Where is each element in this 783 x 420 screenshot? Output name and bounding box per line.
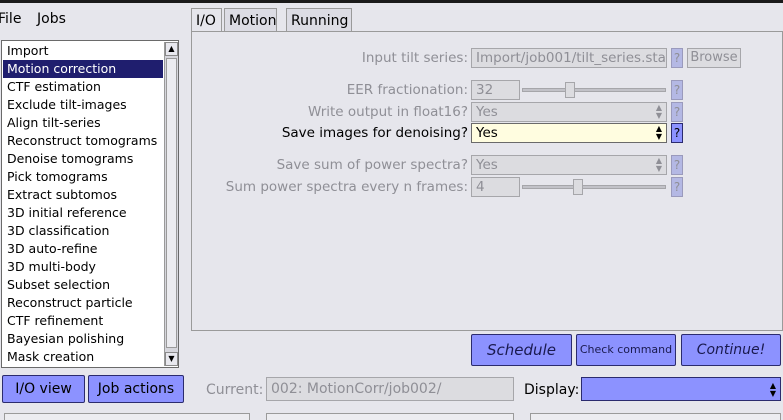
scroll-up-button[interactable]: ▲: [165, 42, 178, 56]
job-type-item[interactable]: 3D auto-refine: [3, 240, 163, 258]
job-type-item[interactable]: Reconstruct particle: [3, 294, 163, 312]
eer-fractionation-help-button[interactable]: ?: [671, 80, 683, 100]
input-tilt-series-field[interactable]: Import/job001/tilt_series.star: [471, 48, 667, 68]
job-type-item[interactable]: Motion correction: [3, 60, 163, 78]
eer-fractionation-field[interactable]: 32: [471, 80, 520, 100]
select-arrows-icon: ▲ ▼: [655, 103, 662, 120]
job-type-item[interactable]: 3D initial reference: [3, 204, 163, 222]
save-denoising-select[interactable]: Yes ▲ ▼: [471, 123, 667, 143]
current-job-field: 002: MotionCorr/job002/: [266, 377, 514, 401]
job-actions-button[interactable]: Job actions: [88, 375, 184, 403]
eer-fractionation-label: EER fractionation:: [346, 82, 468, 98]
parameter-panel: Input tilt series: Import/job001/tilt_se…: [191, 31, 783, 331]
job-type-item[interactable]: Subset selection: [3, 276, 163, 294]
sum-power-every-n-field[interactable]: 4: [471, 177, 520, 197]
sum-power-every-n-slider-knob[interactable]: [572, 179, 583, 195]
save-power-spectra-select[interactable]: Yes ▲ ▼: [471, 155, 667, 175]
job-type-item[interactable]: Denoise tomograms: [3, 150, 163, 168]
scroll-thumb[interactable]: [166, 58, 177, 348]
current-label: Current:: [206, 382, 264, 398]
sum-power-every-n-label: Sum power spectra every n frames:: [225, 179, 468, 195]
job-type-item[interactable]: Pick tomograms: [3, 168, 163, 186]
job-type-item[interactable]: Reconstruct tomograms: [3, 132, 163, 150]
sum-power-every-n-help-button[interactable]: ?: [671, 177, 683, 197]
io-view-button[interactable]: I/O view: [2, 375, 85, 403]
tab-running[interactable]: Running: [286, 8, 352, 32]
menu-bar: File Jobs: [0, 3, 183, 33]
display-label: Display:: [524, 382, 580, 398]
bottom-pane-middle: [266, 413, 514, 420]
job-type-item[interactable]: CTF estimation: [3, 78, 163, 96]
save-power-spectra-label: Save sum of power spectra?: [276, 157, 468, 173]
select-arrows-icon: ▲ ▼: [655, 124, 662, 141]
save-denoising-help-button[interactable]: ?: [671, 123, 683, 143]
eer-fractionation-slider[interactable]: [522, 88, 666, 92]
check-command-button[interactable]: Check command: [576, 334, 676, 366]
job-type-item[interactable]: Exclude tilt-images: [3, 96, 163, 114]
write-float16-value: Yes: [476, 104, 498, 120]
write-float16-help-button[interactable]: ?: [671, 102, 683, 122]
save-power-spectra-help-button[interactable]: ?: [671, 155, 683, 175]
job-type-item[interactable]: Bayesian polishing: [3, 330, 163, 348]
tab-motion[interactable]: Motion: [224, 8, 277, 32]
tab-io[interactable]: I/O: [191, 8, 222, 32]
continue-button[interactable]: Continue!: [681, 334, 781, 366]
job-type-item[interactable]: Import: [3, 42, 163, 60]
eer-fractionation-slider-knob[interactable]: [564, 82, 575, 98]
job-type-item[interactable]: Align tilt-series: [3, 114, 163, 132]
bottom-pane-right: [530, 413, 781, 420]
job-type-list[interactable]: Import Motion correction CTF estimation Exc…: [1, 40, 179, 368]
input-tilt-series-help-button[interactable]: ?: [671, 48, 683, 68]
select-arrows-icon: ▲ ▼: [769, 381, 776, 398]
job-type-item[interactable]: 3D classification: [3, 222, 163, 240]
select-arrows-icon: ▲ ▼: [655, 156, 662, 173]
file-menu[interactable]: File: [0, 11, 21, 27]
input-tilt-series-label: Input tilt series:: [361, 50, 468, 66]
browse-button[interactable]: Browse: [687, 48, 741, 68]
save-power-spectra-value: Yes: [476, 157, 498, 173]
job-type-item[interactable]: Extract subtomos: [3, 186, 163, 204]
save-denoising-value: Yes: [476, 125, 498, 141]
schedule-button[interactable]: Schedule: [471, 334, 572, 366]
jobs-menu[interactable]: Jobs: [37, 11, 66, 27]
job-type-item[interactable]: CTF refinement: [3, 312, 163, 330]
save-denoising-label: Save images for denoising?: [281, 125, 468, 141]
sum-power-every-n-slider[interactable]: [522, 185, 666, 189]
display-select[interactable]: ▲ ▼: [581, 377, 781, 401]
scroll-down-button[interactable]: ▼: [165, 352, 178, 366]
job-type-item[interactable]: Mask creation: [3, 348, 163, 366]
write-float16-select[interactable]: Yes ▲ ▼: [471, 102, 667, 122]
job-list-scrollbar[interactable]: ▲ ▼: [164, 42, 178, 366]
bottom-pane-left: [4, 413, 250, 420]
job-type-item[interactable]: 3D multi-body: [3, 258, 163, 276]
write-float16-label: Write output in float16?: [307, 104, 468, 120]
